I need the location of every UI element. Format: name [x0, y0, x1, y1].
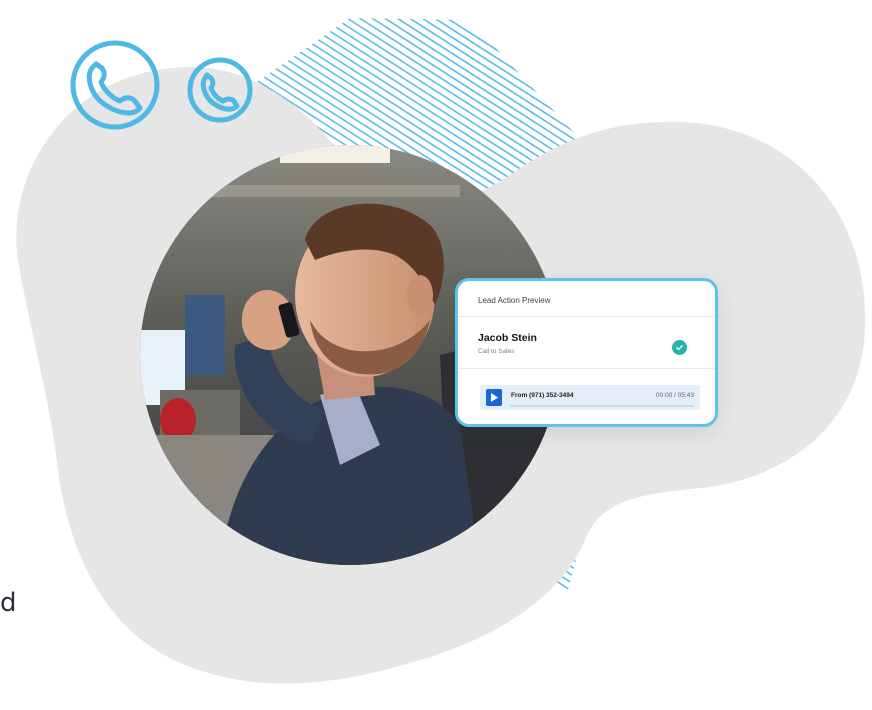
- lead-action-card[interactable]: Lead Action Preview Jacob Stein Call to …: [455, 278, 718, 427]
- playback-progress-track[interactable]: [510, 405, 694, 407]
- stray-letter: d: [0, 588, 17, 618]
- card-title: Lead Action Preview: [458, 281, 715, 317]
- call-recording-player: From (971) 352-3494 00:00 / 05:43: [480, 385, 700, 410]
- check-circle-icon: [672, 340, 687, 355]
- play-icon[interactable]: [486, 389, 502, 406]
- call-duration: 00:00 / 05:43: [656, 392, 694, 399]
- page: d Lead Action Preview Jacob Stein Call t…: [0, 0, 872, 710]
- contact-row[interactable]: Jacob Stein Call to Sales: [458, 317, 715, 369]
- call-from-number: From (971) 352-3494: [511, 392, 574, 399]
